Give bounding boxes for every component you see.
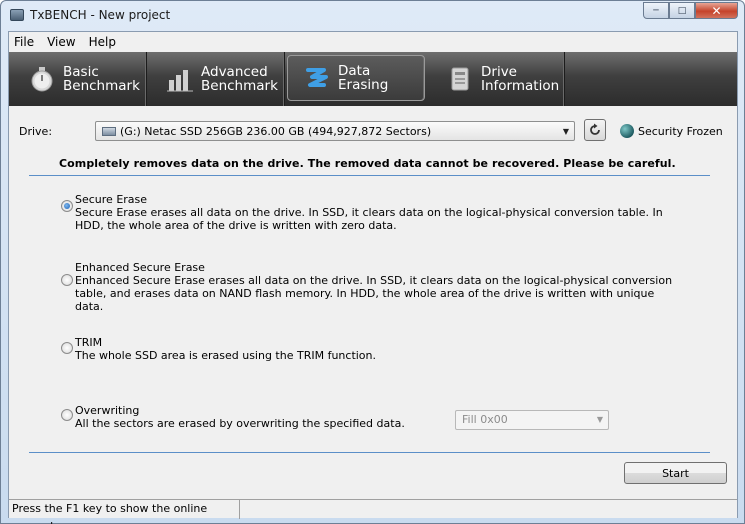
- tab-bar-filler: [565, 52, 737, 106]
- option-title: Enhanced Secure Erase: [75, 261, 205, 274]
- menu-view[interactable]: View: [47, 35, 75, 49]
- option-description: Secure Erase erases all data on the driv…: [75, 206, 663, 232]
- refresh-button[interactable]: [584, 119, 606, 141]
- tab-data-erasing[interactable]: Data Erasing: [287, 55, 425, 101]
- chevron-down-icon: ▼: [596, 415, 603, 424]
- bar-chart-icon: [167, 70, 193, 92]
- title-bar[interactable]: TxBENCH - New project ─ □ ✕: [1, 1, 744, 31]
- window-title: TxBENCH - New project: [30, 8, 171, 22]
- minimize-button[interactable]: ─: [643, 2, 669, 19]
- option-title: TRIM: [75, 336, 103, 349]
- divider-top: [29, 175, 710, 176]
- menu-file[interactable]: File: [14, 35, 34, 49]
- start-button[interactable]: Start: [624, 462, 727, 484]
- client-area: File View Help Basic Benchmark Advanced …: [8, 31, 738, 524]
- radio-overwriting[interactable]: [61, 409, 73, 421]
- radio-trim[interactable]: [61, 342, 73, 354]
- overwrite-pattern-value: Fill 0x00: [462, 413, 508, 426]
- tab-label: Drive Information: [481, 64, 560, 94]
- tab-label: Advanced Benchmark: [201, 64, 278, 94]
- menu-bar: File View Help: [9, 32, 737, 52]
- chevron-down-icon: ▼: [562, 127, 569, 136]
- option-title: Secure Erase: [75, 193, 148, 206]
- drive-info-icon: [451, 67, 469, 91]
- menu-help[interactable]: Help: [89, 35, 116, 49]
- drive-label: Drive:: [19, 125, 53, 138]
- tab-advanced-benchmark[interactable]: Advanced Benchmark: [147, 52, 285, 106]
- divider-bottom: [29, 452, 710, 453]
- tab-label: Data Erasing: [338, 63, 389, 93]
- maximize-button[interactable]: □: [669, 2, 695, 19]
- close-button[interactable]: ✕: [695, 2, 738, 19]
- tab-drive-information[interactable]: Drive Information: [427, 52, 565, 106]
- app-window: TxBENCH - New project ─ □ ✕ File View He…: [0, 0, 745, 524]
- drive-icon: [102, 126, 116, 136]
- option-description: The whole SSD area is erased using the T…: [75, 349, 377, 362]
- drive-selected-value: (G:) Netac SSD 256GB 236.00 GB (494,927,…: [120, 124, 432, 138]
- warning-text: Completely removes data on the drive. Th…: [59, 157, 676, 170]
- tab-label: Basic Benchmark: [63, 64, 140, 94]
- stopwatch-icon: [31, 67, 53, 92]
- option-description: Enhanced Secure Erase erases all data on…: [75, 274, 673, 313]
- radio-enhanced-secure-erase[interactable]: [61, 274, 73, 286]
- window-controls: ─ □ ✕: [643, 2, 738, 19]
- tab-bar: Basic Benchmark Advanced Benchmark Data …: [9, 52, 737, 106]
- security-status-icon: [620, 124, 634, 138]
- status-bar-text: Press the F1 key to show the online manu…: [9, 499, 240, 524]
- tab-basic-benchmark[interactable]: Basic Benchmark: [9, 52, 147, 106]
- drive-select[interactable]: (G:) Netac SSD 256GB 236.00 GB (494,927,…: [95, 121, 575, 141]
- overwrite-pattern-select[interactable]: Fill 0x00 ▼: [455, 410, 609, 430]
- radio-secure-erase[interactable]: [61, 200, 73, 212]
- app-icon: [10, 9, 24, 21]
- refresh-icon: [590, 123, 600, 135]
- security-status-text: Security Frozen: [638, 125, 723, 138]
- option-title: Overwriting: [75, 404, 140, 417]
- status-bar: Press the F1 key to show the online manu…: [9, 499, 737, 524]
- eraser-icon: [306, 68, 328, 87]
